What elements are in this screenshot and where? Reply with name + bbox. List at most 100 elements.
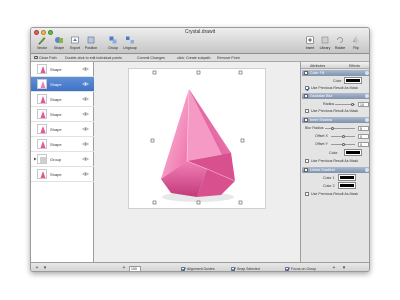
focus-on-group-label: Focus on Group [291,266,317,271]
color-fill-swatch[interactable] [344,77,362,84]
blur-radius-field[interactable]: 10 [358,101,369,107]
eye-icon[interactable] [82,157,89,161]
layer-thumbnail [37,139,47,149]
inner-blur-radius-slider-knob[interactable] [331,127,334,130]
tab-attributes[interactable]: Attributes [310,64,325,68]
selection-handle-top-right[interactable] [238,70,243,75]
use-previous-mask-checkbox-2[interactable] [305,109,309,113]
linear-gradient-enabled-checkbox[interactable] [304,168,308,172]
close-path-icon [34,56,38,60]
zoom-field[interactable]: 100 [129,265,141,271]
layer-thumbnail [37,109,47,119]
gradient-color-2-swatch[interactable] [338,182,356,189]
add-effect-button[interactable]: + [331,265,337,272]
snap-selected-label: Snap Selected [237,266,260,271]
gear-icon[interactable] [365,118,369,122]
eye-icon[interactable] [82,112,89,116]
selection-handle-top-left[interactable] [152,70,157,75]
gradient-color-2-label: Color 2 [323,184,335,188]
eye-icon[interactable] [82,97,89,101]
selection-handle-bottom[interactable] [196,200,201,205]
linear-gradient-section-header[interactable]: Linear Gradient [302,167,369,173]
add-layer-button[interactable]: + [34,265,40,272]
layer-row[interactable]: Group [31,152,94,167]
eye-icon[interactable] [82,127,89,131]
layer-row[interactable]: Shape [31,77,94,92]
selection-handle-bottom-left[interactable] [152,200,157,205]
use-previous-mask-label-1: Use Previous Result As Mask [311,86,359,90]
eye-icon[interactable] [82,82,89,86]
offset-x-field[interactable]: 0 [358,133,369,139]
selection-handle-top[interactable] [196,70,201,75]
gear-icon[interactable] [365,168,369,172]
color-fill-enabled-checkbox[interactable] [304,71,308,75]
eye-icon[interactable] [82,67,89,71]
selection-handle-left[interactable] [150,138,155,143]
gradient-color-1-swatch[interactable] [338,174,356,181]
color-fill-section-header[interactable]: Color Fill [302,70,369,76]
insert-icon [306,36,314,44]
position-icon [87,36,95,44]
snap-selected-checkbox[interactable] [231,266,235,271]
layer-row[interactable]: Shape [31,137,94,152]
tool-vector[interactable]: Vector [33,35,51,53]
gradient-color-1-label: Color 1 [323,176,335,180]
offset-y-slider-knob[interactable] [342,143,345,146]
blur-radius-slider-knob[interactable] [351,103,354,106]
gear-icon[interactable] [365,71,369,75]
pencil-icon [38,37,46,45]
document-canvas[interactable] [128,68,266,209]
selection-handle-bottom-right[interactable] [238,200,243,205]
gaussian-blur-enabled-checkbox[interactable] [304,94,308,98]
create-subpath-hint: click: Create subpath [177,55,211,60]
offset-x-slider-knob[interactable] [342,135,345,138]
use-previous-mask-checkbox-3[interactable] [305,159,309,163]
tool-position[interactable]: Position [82,35,100,53]
gaussian-blur-section-header[interactable]: Gaussian Blur [302,93,369,99]
crystal-artwork[interactable] [129,69,267,210]
layer-options-button[interactable]: ▾ [42,265,48,272]
bottom-bar: + ▾ + 100 Alignment Guides Snap Selected… [31,262,369,272]
focus-on-group-checkbox[interactable] [285,266,289,271]
gear-icon[interactable] [365,94,369,98]
inspector-panel: Attributes Effects Color Fill Color Use … [300,62,369,262]
offset-y-label: Offset Y [315,142,328,146]
blur-radius-label: Radius [323,102,335,106]
inner-shadow-enabled-checkbox[interactable] [304,118,308,122]
tool-flip[interactable]: Flip [347,35,365,53]
selection-handle-right[interactable] [240,138,245,143]
tool-group[interactable]: Group [104,35,122,53]
tab-effects[interactable]: Effects [349,64,360,68]
eye-icon[interactable] [82,172,89,176]
canvas-area[interactable] [94,62,300,262]
layer-name: Shape [50,172,62,177]
eye-icon[interactable] [82,142,89,146]
use-previous-mask-checkbox-1[interactable] [305,86,309,90]
layer-row[interactable]: Shape [31,62,94,77]
effect-options-button[interactable]: ▾ [341,265,347,272]
layer-thumbnail [37,94,47,104]
inner-blur-radius-field[interactable]: 5 [358,125,369,131]
use-previous-mask-label-3: Use Previous Result As Mask [311,159,359,163]
close-path-button[interactable]: Close Path [34,56,57,60]
layer-row[interactable]: Shape [31,122,94,137]
alignment-guides-checkbox[interactable] [181,266,185,271]
offset-y-field[interactable]: 0 [358,141,369,147]
layer-row[interactable]: Shape [31,167,94,182]
hint-double-click: Double-click to edit individual points [65,55,122,60]
group-icon [109,36,117,44]
layer-name: Shape [50,82,62,87]
layer-thumbnail [37,124,47,134]
layers-panel: Shape Shape Shape Shape Shape Shape Group Shape [31,62,94,262]
zoom-out-button[interactable]: + [121,265,127,272]
inner-shadow-color-swatch[interactable] [344,149,362,156]
inner-shadow-section-header[interactable]: Inner Shadow [302,117,369,123]
tool-ungroup[interactable]: Ungroup [121,35,139,53]
use-previous-mask-checkbox-4[interactable] [305,192,309,196]
inner-blur-radius-slider[interactable] [325,128,355,129]
layer-row[interactable]: Shape [31,92,94,107]
inner-blur-radius-label: Blur Radius [305,126,324,130]
layer-name: Shape [50,127,62,132]
layer-row[interactable]: Shape [31,107,94,122]
ungroup-icon [126,36,134,44]
